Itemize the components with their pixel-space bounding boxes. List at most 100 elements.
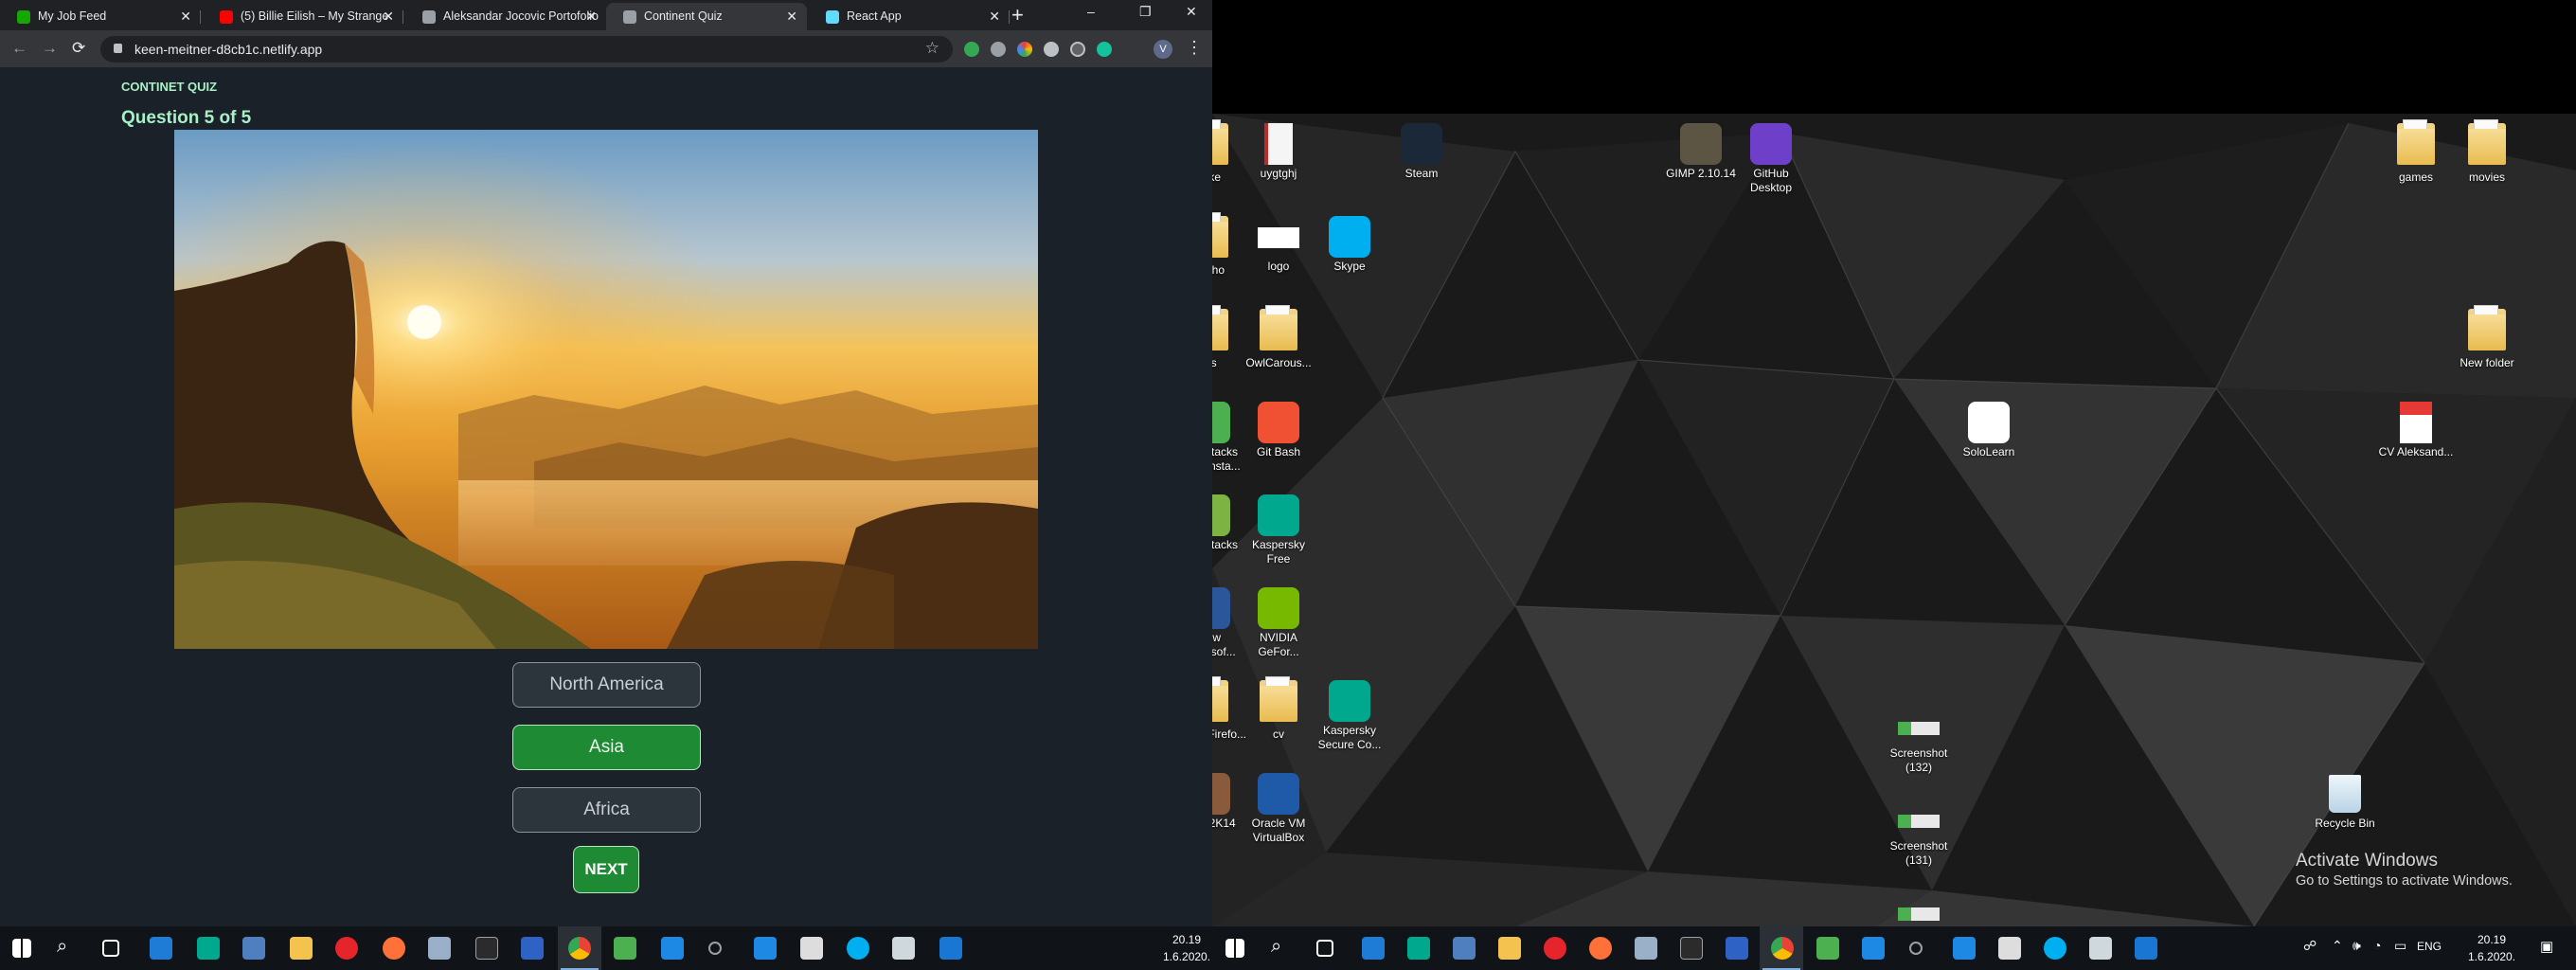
desktop-icon[interactable]: GitHub Desktop [1733,121,1809,195]
chrome-icon-right[interactable] [1771,937,1794,960]
close-tab-icon[interactable]: ✕ [180,3,191,30]
terminal-icon-right[interactable] [1680,937,1703,960]
tab-2[interactable]: (5) Billie Eilish – My Strange ✕ [203,3,403,30]
edge-icon-right[interactable] [1362,937,1385,960]
desktop-icon[interactable]: games [2378,119,2454,185]
desktop-icon[interactable]: Kaspersky Free [1241,493,1316,566]
maximize-button[interactable]: ❐ [1139,4,1152,20]
home-app-icon-right[interactable] [1816,937,1839,960]
notepad-icon-right[interactable] [1726,937,1748,960]
close-tab-icon[interactable]: ✕ [786,3,797,30]
desktop-icon[interactable]: Screenshot [1881,887,1957,926]
extension-gear-icon[interactable] [1044,42,1059,57]
snip-icon[interactable] [892,937,915,960]
tab-4[interactable]: Continent Quiz ✕ [606,3,807,30]
notepad-icon[interactable] [521,937,544,960]
minimize-button[interactable]: – [1087,4,1095,19]
people-icon[interactable]: ☍ [2303,938,2317,954]
snip-icon-right[interactable] [2089,937,2112,960]
desktop-icon[interactable]: Steam [1384,121,1459,181]
address-bar[interactable]: keen-meitner-d8cb1c.netlify.app ☆ [100,36,953,63]
desktop-icon[interactable]: GIMP 2.10.14 [1663,121,1739,181]
desktop-icon[interactable]: logo [1241,214,1316,274]
notification-icon[interactable]: ▣ [2540,938,2553,955]
task-view-icon-right[interactable] [1316,940,1333,957]
kaspersky-taskbar-icon[interactable] [197,937,220,960]
battery-icon[interactable]: ▭ [2394,938,2406,954]
desktop-icon[interactable]: NVIDIA GeFor... [1241,585,1316,659]
windows-start-icon[interactable] [12,939,31,958]
desktop-icon[interactable]: CV Aleksand... [2378,400,2454,459]
pc-icon[interactable] [242,937,265,960]
bookmark-star-icon[interactable]: ☆ [925,39,939,58]
cortana-icon[interactable] [708,942,722,955]
search-icon-right[interactable]: ⌕ [1271,936,1281,958]
back-button[interactable]: ← [11,39,27,58]
pc-icon-right[interactable] [1453,937,1476,960]
profile-avatar[interactable]: V [1154,40,1172,59]
kaspersky-taskbar-icon-right[interactable] [1407,937,1430,960]
tab-3[interactable]: Aleksandar Jocovic Portofolio ✕ [405,3,606,30]
desktop-icon[interactable]: Screenshot (132) [1881,701,1957,775]
tab-1[interactable]: My Job Feed ✕ [0,3,201,30]
grammarly-icon[interactable] [1097,42,1112,57]
home-app-icon[interactable] [614,937,636,960]
desktop-icon[interactable]: cv [1241,676,1316,742]
app-icon[interactable] [428,937,451,960]
chrome-icon[interactable] [568,937,591,960]
terminal-icon[interactable] [475,937,498,960]
skype-taskbar-icon-right[interactable] [2044,937,2066,960]
desktop-icon[interactable]: Skype [1312,214,1387,274]
right-clock[interactable]: 20.19 1.6.2020. [2468,931,2515,965]
desktop-icon[interactable]: Oracle VM VirtualBox [1241,771,1316,845]
desktop-icon[interactable]: Screenshot (131) [1881,794,1957,868]
extension-shield-gray-icon[interactable] [991,42,1006,57]
desktop-icon[interactable]: OwlCarous... [1241,305,1316,370]
desktop-icon[interactable]: Recycle Bin [2307,771,2383,831]
answer-option-2[interactable]: Asia [512,725,701,770]
desktop-icon[interactable]: Git Bash [1241,400,1316,459]
opera-icon-right[interactable] [1544,937,1566,960]
forward-button[interactable]: → [42,39,58,58]
answer-option-1[interactable]: North America [512,662,701,708]
file-explorer-icon-right[interactable] [1498,937,1521,960]
desktop-icon[interactable]: uygtghj [1241,121,1316,181]
desktop-icon[interactable]: SoloLearn [1951,400,2027,459]
network-icon[interactable]: ◔ [2373,938,2381,953]
photos-icon[interactable] [939,937,962,960]
skype-taskbar-icon[interactable] [847,937,869,960]
file-explorer-icon[interactable] [290,937,313,960]
task-view-icon[interactable] [102,940,119,957]
close-tab-icon[interactable]: ✕ [989,3,1000,30]
language-indicator[interactable]: ENG [2417,940,2442,953]
photos-icon-right[interactable] [2135,937,2157,960]
tab-5[interactable]: React App ✕ [809,3,1010,30]
firefox-icon-right[interactable] [1589,937,1612,960]
chevron-up-icon[interactable]: ⌃ [2332,938,2343,954]
next-button[interactable]: NEXT [573,846,639,893]
opera-icon[interactable] [335,937,358,960]
extension-color-icon[interactable] [1017,42,1032,57]
volume-icon[interactable]: 🕪 [2352,938,2361,954]
menu-kebab-icon[interactable]: ⋮ [1186,38,1203,58]
close-tab-icon[interactable]: ✕ [585,3,597,30]
close-tab-icon[interactable]: ✕ [383,3,394,30]
app-icon-right[interactable] [1635,937,1657,960]
answer-option-3[interactable]: Africa [512,787,701,833]
extension-shield-icon[interactable] [964,42,979,57]
cortana-icon-right[interactable] [1909,942,1923,955]
extension-circle-icon[interactable] [1070,42,1085,57]
reload-button[interactable]: ⟳ [72,39,85,58]
instagram-app-icon-right[interactable] [1953,937,1976,960]
vscode-icon-right[interactable] [1862,937,1885,960]
app-icon-2-right[interactable] [1998,937,2021,960]
firefox-icon[interactable] [383,937,405,960]
instagram-app-icon[interactable] [754,937,777,960]
new-tab-button[interactable]: + [1011,2,1024,28]
desktop-icon[interactable]: Kaspersky Secure Co... [1312,678,1387,752]
close-window-button[interactable]: ✕ [1186,4,1197,20]
desktop-icon[interactable]: movies [2449,119,2525,185]
edge-icon[interactable] [150,937,172,960]
vscode-icon[interactable] [661,937,684,960]
search-icon[interactable]: ⌕ [57,936,67,958]
